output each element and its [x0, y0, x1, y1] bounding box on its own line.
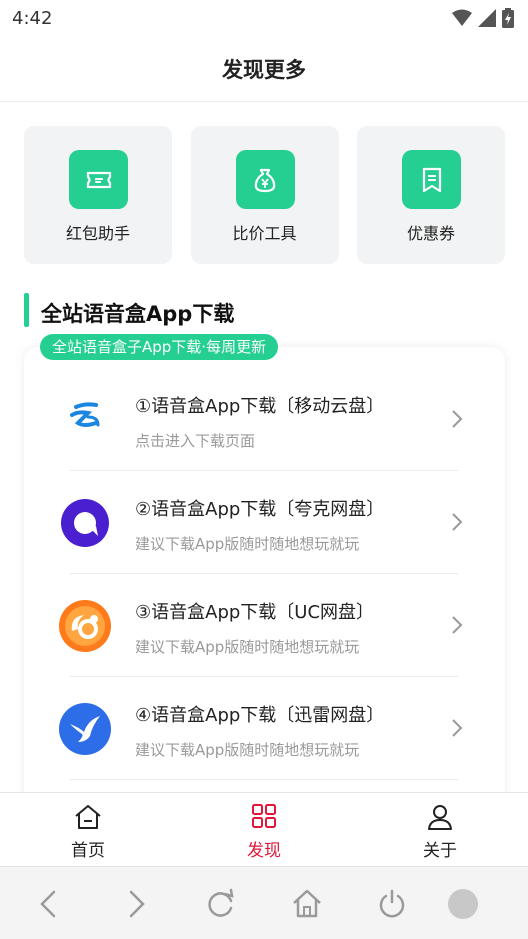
ticket-icon: [69, 150, 128, 209]
list-item[interactable]: ③语音盒App下载〔UC网盘〕 建议下载App版随时随地想玩就玩: [24, 573, 505, 677]
section-accent-bar: [24, 293, 29, 327]
bottom-tab-bar: 首页 发现 关于: [0, 792, 528, 866]
chevron-right-icon: [452, 513, 463, 531]
home-icon: [75, 805, 101, 829]
page-header: 发现更多: [0, 36, 528, 102]
circle-icon[interactable]: [446, 887, 480, 921]
section-tag: 全站语音盒子App下载·每周更新: [40, 334, 279, 360]
status-time: 4:42: [12, 8, 53, 29]
mobile-cloud-icon: [70, 402, 100, 427]
list-item[interactable]: ④语音盒App下载〔迅雷网盘〕 建议下载App版随时随地想玩就玩: [24, 676, 505, 780]
item-title: ④语音盒App下载〔迅雷网盘〕: [135, 705, 385, 726]
status-bar: 4:42: [0, 0, 528, 36]
tool-label: 红包助手: [65, 224, 130, 243]
browser-nav-bar: [0, 866, 528, 939]
chevron-right-icon: [452, 410, 463, 428]
signal-icon: [478, 9, 496, 27]
tab-home[interactable]: 首页: [0, 793, 176, 867]
tool-card-red-packet[interactable]: 红包助手: [24, 126, 172, 264]
wifi-icon: [452, 9, 472, 26]
download-list: ①语音盒App下载〔移动云盘〕 点击进入下载页面 ②语音盒App下载〔夸克网盘〕…: [24, 347, 505, 807]
tab-label: 关于: [423, 841, 457, 861]
divider: [70, 779, 458, 780]
home-icon[interactable]: [290, 887, 324, 921]
item-subtitle: 建议下载App版随时随地想玩就玩: [135, 535, 360, 553]
status-icons: [452, 8, 514, 28]
tool-label: 比价工具: [232, 224, 297, 243]
item-subtitle: 建议下载App版随时随地想玩就玩: [135, 741, 360, 759]
xunlei-icon: [59, 703, 111, 755]
item-subtitle: 建议下载App版随时随地想玩就玩: [135, 638, 360, 656]
battery-icon: [502, 8, 514, 28]
forward-icon[interactable]: [118, 887, 152, 921]
item-title: ②语音盒App下载〔夸克网盘〕: [135, 499, 385, 520]
item-title: ③语音盒App下载〔UC网盘〕: [135, 602, 375, 623]
uc-icon: [59, 600, 111, 652]
page-title: 发现更多: [222, 58, 306, 82]
item-title: ①语音盒App下载〔移动云盘〕: [135, 396, 385, 417]
coupon-icon: [402, 150, 461, 209]
quark-icon: [61, 499, 109, 547]
tool-grid: 红包助手 比价工具 优惠券: [24, 126, 505, 264]
tab-about[interactable]: 关于: [352, 793, 528, 867]
user-icon: [428, 805, 452, 830]
section-title: 全站语音盒App下载: [41, 302, 235, 326]
money-bag-icon: [235, 150, 295, 209]
tab-discover[interactable]: 发现: [176, 793, 352, 867]
refresh-icon[interactable]: [204, 887, 238, 921]
list-item[interactable]: ①语音盒App下载〔移动云盘〕 点击进入下载页面: [24, 367, 505, 471]
power-icon[interactable]: [375, 887, 409, 921]
grid-icon: [252, 804, 276, 828]
list-item[interactable]: ②语音盒App下载〔夸克网盘〕 建议下载App版随时随地想玩就玩: [24, 470, 505, 574]
tool-card-price-compare[interactable]: 比价工具: [190, 126, 339, 264]
tool-label: 优惠券: [406, 224, 455, 243]
tool-card-coupon[interactable]: 优惠券: [357, 126, 505, 264]
item-subtitle: 点击进入下载页面: [135, 432, 256, 450]
chevron-right-icon: [452, 616, 463, 634]
chevron-right-icon: [452, 719, 463, 737]
tab-label: 首页: [71, 841, 105, 861]
back-icon[interactable]: [33, 887, 67, 921]
tab-label: 发现: [247, 841, 281, 861]
